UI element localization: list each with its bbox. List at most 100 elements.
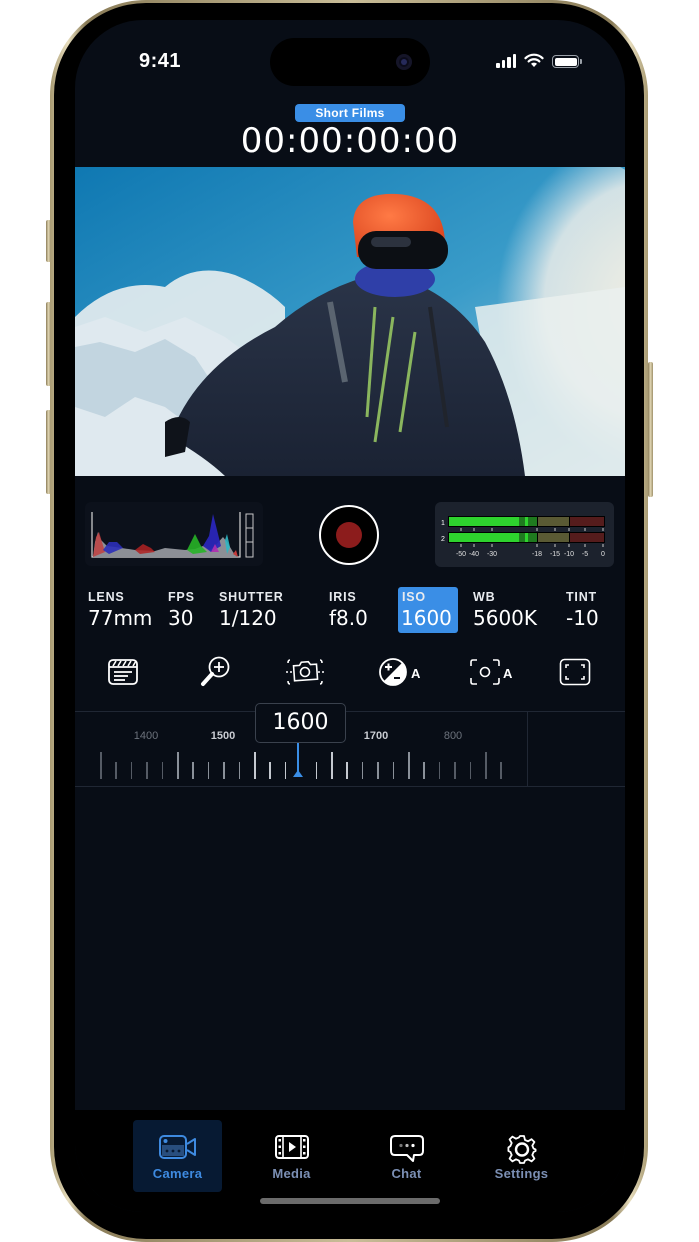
tab-camera[interactable]: Camera bbox=[133, 1120, 222, 1192]
audio-meter-panel[interactable]: 1 2 -50 -40 -30 -18 -15 -10 -5 0 bbox=[435, 502, 614, 567]
tab-label: Settings bbox=[494, 1166, 549, 1181]
ruler-minor-tick bbox=[346, 762, 348, 779]
volume-down-button bbox=[46, 410, 51, 494]
channel-1-label: 1 bbox=[441, 520, 445, 527]
param-tint[interactable]: TINT -10 bbox=[566, 586, 606, 632]
frame-guides-button[interactable] bbox=[557, 654, 593, 690]
channel-1-meter bbox=[448, 516, 605, 527]
status-time: 9:41 bbox=[139, 50, 182, 72]
param-iso[interactable]: ISO 1600 bbox=[398, 587, 458, 633]
tab-label: Media bbox=[272, 1166, 311, 1181]
auto-focus-icon: A bbox=[470, 659, 513, 685]
project-badge[interactable]: Short Films bbox=[295, 104, 405, 122]
param-value: 1/120 bbox=[219, 606, 277, 630]
ruler-divider bbox=[527, 712, 528, 786]
meter-scale-label: -10 bbox=[564, 551, 574, 558]
tab-media[interactable]: Media bbox=[247, 1120, 336, 1192]
frame-guides-icon bbox=[559, 658, 591, 686]
ruler-major-tick bbox=[177, 752, 179, 779]
app-screen: 9:41 Short Films 00:00:00:00 1 2 -50 -40… bbox=[75, 20, 625, 1212]
ruler-label: 1400 bbox=[133, 730, 159, 742]
film-icon bbox=[274, 1135, 309, 1159]
meter-scale-label: -15 bbox=[550, 551, 560, 558]
auto-focus-button[interactable]: A bbox=[469, 654, 517, 690]
param-wb[interactable]: WB 5600K bbox=[473, 586, 541, 632]
video-camera-icon bbox=[158, 1135, 196, 1159]
param-label: LENS bbox=[88, 590, 125, 604]
param-label: WB bbox=[473, 590, 496, 604]
tool-row: A A bbox=[75, 650, 625, 694]
ruler-major-tick bbox=[254, 752, 256, 779]
battery-icon bbox=[552, 55, 582, 68]
clapperboard-button[interactable] bbox=[105, 654, 141, 690]
ruler-pointer-arrow-icon bbox=[293, 770, 303, 777]
action-button bbox=[46, 220, 51, 262]
volume-up-button bbox=[46, 302, 51, 386]
ruler-minor-tick bbox=[115, 762, 117, 779]
iso-ruler[interactable]: 1400 1500 1700 800 1600 bbox=[75, 703, 625, 787]
param-label: SHUTTER bbox=[219, 590, 284, 604]
meter-scale-label: -50 bbox=[456, 551, 466, 558]
ruler-minor-tick bbox=[454, 762, 456, 779]
ruler-minor-tick bbox=[469, 762, 472, 779]
ruler-minor-tick bbox=[192, 762, 194, 779]
param-label: FPS bbox=[168, 590, 195, 604]
status-indicators bbox=[496, 52, 582, 68]
wifi-icon bbox=[524, 53, 544, 67]
param-value: 1600 bbox=[401, 606, 452, 630]
meter-scale-label: 0 bbox=[601, 551, 605, 558]
param-fps[interactable]: FPS 30 bbox=[168, 586, 202, 632]
param-value: 30 bbox=[168, 606, 194, 630]
param-value: 77mm bbox=[88, 606, 153, 630]
tab-settings[interactable]: Settings bbox=[477, 1120, 566, 1192]
ruler-major-tick bbox=[100, 752, 102, 779]
gear-icon bbox=[507, 1135, 536, 1164]
ruler-minor-tick bbox=[438, 762, 441, 779]
ruler-minor-tick bbox=[130, 762, 133, 779]
camera-preview[interactable] bbox=[75, 167, 625, 476]
power-button bbox=[648, 362, 653, 497]
stabilize-button[interactable] bbox=[283, 654, 327, 690]
param-value: f8.0 bbox=[329, 606, 368, 630]
ruler-current-value: 1600 bbox=[255, 703, 346, 743]
histogram-chart bbox=[91, 512, 254, 558]
ruler-minor-tick bbox=[392, 762, 395, 779]
param-iris[interactable]: IRIS f8.0 bbox=[329, 586, 373, 632]
ruler-minor-tick bbox=[284, 762, 287, 779]
param-label: ISO bbox=[402, 590, 426, 604]
record-dot-icon bbox=[336, 522, 362, 548]
ruler-minor-tick bbox=[161, 762, 164, 779]
tab-label: Camera bbox=[152, 1166, 203, 1181]
param-shutter[interactable]: SHUTTER 1/120 bbox=[219, 586, 289, 632]
param-label: TINT bbox=[566, 590, 597, 604]
meter-scale-label: -40 bbox=[469, 551, 479, 558]
ruler-minor-tick bbox=[269, 762, 271, 779]
meter-scale-label: -18 bbox=[532, 551, 542, 558]
ruler-minor-tick bbox=[500, 762, 502, 779]
tab-chat[interactable]: Chat bbox=[362, 1120, 451, 1192]
camera-parameters: LENS 77mm FPS 30 SHUTTER 1/120 IRIS f8.0… bbox=[75, 586, 625, 636]
home-indicator[interactable] bbox=[260, 1198, 440, 1204]
ruler-minor-tick bbox=[223, 762, 225, 779]
timecode-display: 00:00:00:00 bbox=[240, 121, 460, 161]
ruler-label: 1500 bbox=[210, 730, 236, 742]
ruler-label: 800 bbox=[443, 730, 463, 742]
ruler-minor-tick bbox=[146, 762, 148, 779]
param-value: -10 bbox=[566, 606, 599, 630]
tab-bar: Camera Media Chat Settings bbox=[75, 1110, 625, 1212]
histogram-panel[interactable] bbox=[85, 502, 263, 566]
front-camera-icon bbox=[396, 54, 412, 70]
record-button[interactable] bbox=[319, 505, 379, 565]
stabilize-camera-icon bbox=[286, 659, 324, 685]
channel-2-meter bbox=[448, 532, 605, 543]
cellular-signal-icon bbox=[496, 54, 516, 68]
preview-image bbox=[75, 167, 625, 476]
zoom-in-button[interactable] bbox=[195, 654, 235, 690]
ruler-major-tick bbox=[485, 752, 487, 779]
auto-exposure-button[interactable]: A bbox=[377, 654, 425, 690]
ruler-minor-tick bbox=[377, 762, 379, 779]
channel-2-label: 2 bbox=[441, 536, 445, 543]
param-lens[interactable]: LENS 77mm bbox=[88, 586, 152, 632]
param-value: 5600K bbox=[473, 606, 538, 630]
tab-label: Chat bbox=[391, 1166, 422, 1181]
